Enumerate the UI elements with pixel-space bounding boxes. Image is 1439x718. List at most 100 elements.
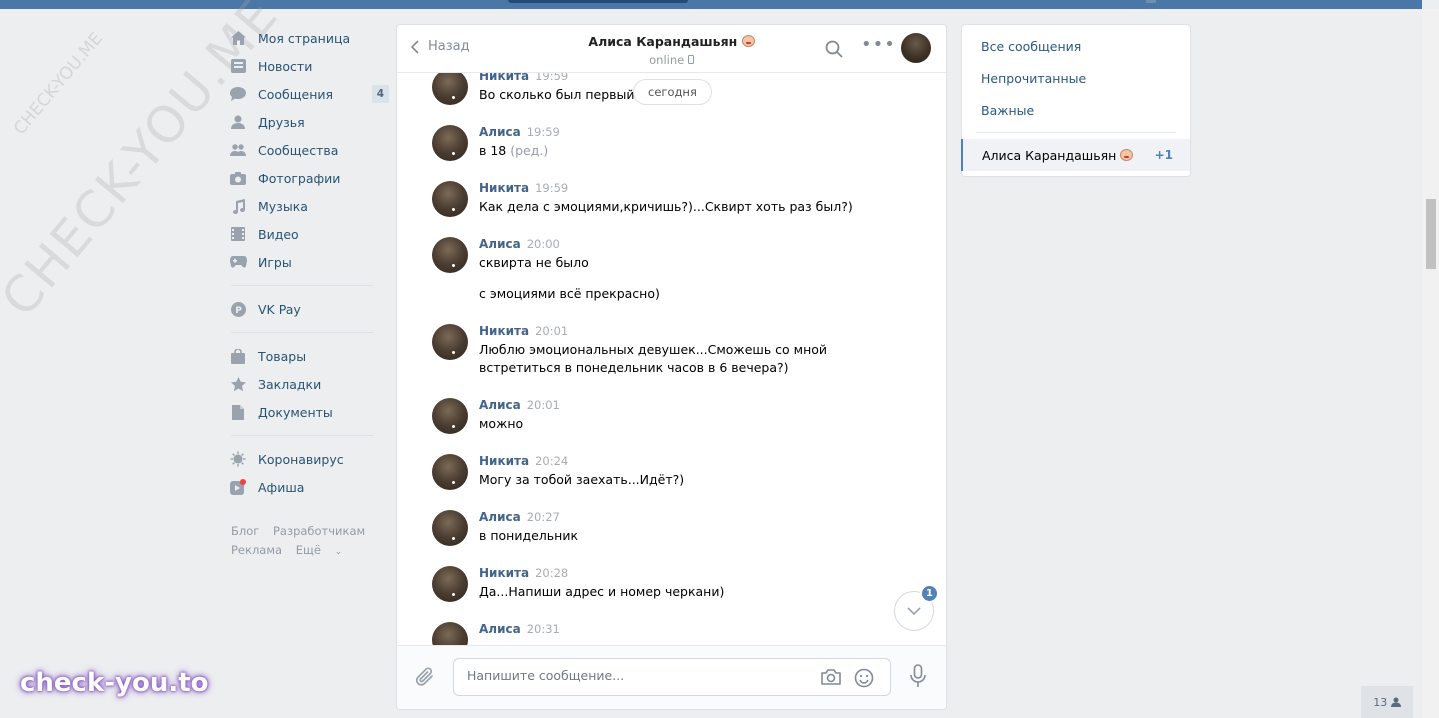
message-author[interactable]: Никита 19:59 — [479, 73, 568, 83]
author-name: Никита — [479, 324, 530, 338]
top-search-fragment[interactable] — [508, 0, 688, 3]
left-navigation: Моя страница Новости Сообщения 4 Друзья … — [229, 24, 389, 562]
avatar[interactable] — [432, 181, 468, 217]
photo-button[interactable] — [820, 668, 842, 690]
nav-item-photos[interactable]: Фотографии — [229, 164, 389, 192]
footer-link-blog[interactable]: Блог — [231, 524, 259, 538]
microphone-icon — [910, 664, 926, 687]
nav-item-games[interactable]: Игры — [229, 248, 389, 276]
chat-avatar[interactable] — [901, 33, 931, 63]
nav-item-bookmarks[interactable]: Закладки — [229, 370, 389, 398]
message-author[interactable]: Алиса 20:27 — [479, 510, 560, 524]
avatar[interactable] — [432, 125, 468, 161]
chat-panel: Назад Алиса Карандашьян online ••• Никит… — [396, 24, 947, 710]
attach-button[interactable] — [415, 666, 435, 692]
active-conversation[interactable]: Алиса Карандашьян +1 — [961, 139, 1190, 171]
groups-icon — [229, 141, 247, 159]
footer-link-developers[interactable]: Разработчикам — [273, 524, 365, 538]
conversations-filter-panel: Все сообщения Непрочитанные Важные Алиса… — [961, 24, 1191, 177]
message-composer — [397, 645, 946, 709]
chat-title-text: Алиса Карандашьян — [588, 34, 738, 49]
avatar[interactable] — [432, 510, 468, 546]
messages-icon — [229, 85, 247, 103]
message-author[interactable]: Никита 20:24 — [479, 454, 568, 468]
nav-item-goods[interactable]: Товары — [229, 342, 389, 370]
bag-icon — [229, 347, 247, 365]
nav-item-video[interactable]: Видео — [229, 220, 389, 248]
emoji-button[interactable] — [854, 668, 874, 692]
message-author[interactable]: Алиса 20:31 — [479, 622, 560, 636]
nav-label: Моя страница — [258, 30, 351, 46]
online-users-widget[interactable]: 13 — [1361, 686, 1413, 718]
message-time: 19:59 — [535, 181, 569, 195]
footer-link-ads[interactable]: Реклама — [231, 543, 282, 557]
nav-label: Видео — [258, 226, 299, 242]
footer-link-more[interactable]: Ещё ⌄ — [296, 543, 352, 557]
nav-item-my-page[interactable]: Моя страница — [229, 24, 389, 52]
message-list: Никита 19:59 Во сколько был первый с сего… — [397, 73, 946, 647]
more-dots-icon: ••• — [861, 34, 896, 55]
nav-item-music[interactable]: Музыка — [229, 192, 389, 220]
avatar[interactable] — [432, 73, 468, 105]
message-author[interactable]: Алиса 20:00 — [479, 237, 560, 251]
message-input-box — [453, 658, 891, 696]
more-actions-button[interactable]: ••• — [861, 36, 896, 54]
scroll-down-button[interactable]: 1 — [894, 584, 939, 631]
filter-unread[interactable]: Непрочитанные — [962, 62, 1190, 94]
document-icon — [229, 403, 247, 421]
nav-label: Товары — [258, 348, 307, 364]
edited-mark: (ред.) — [510, 143, 549, 158]
message-author[interactable]: Никита 20:01 — [479, 324, 568, 338]
filter-important[interactable]: Важные — [962, 94, 1190, 126]
nav-item-vkpay[interactable]: P VK Pay — [229, 295, 389, 323]
music-icon — [229, 197, 247, 215]
nav-divider — [231, 285, 373, 286]
message-text-body: в 18 — [479, 143, 507, 158]
message-author[interactable]: Никита 19:59 — [479, 181, 568, 195]
nav-item-documents[interactable]: Документы — [229, 398, 389, 426]
message-author[interactable]: Алиса 19:59 — [479, 125, 560, 139]
author-name: Алиса — [479, 622, 521, 636]
message-author[interactable]: Никита 20:28 — [479, 566, 568, 580]
clown-emoji-icon — [741, 35, 755, 47]
message-time: 20:01 — [526, 398, 560, 412]
author-name: Алиса — [479, 125, 521, 139]
friends-icon — [229, 113, 247, 131]
filter-all-messages[interactable]: Все сообщения — [962, 30, 1190, 62]
message-text: сквирта не было — [479, 255, 589, 270]
nav-item-friends[interactable]: Друзья — [229, 108, 389, 136]
nav-label: Игры — [258, 254, 292, 270]
top-bar — [0, 0, 1422, 9]
chat-header: Назад Алиса Карандашьян online ••• — [397, 25, 946, 73]
page-scrollbar[interactable] — [1422, 9, 1439, 718]
nav-label: Документы — [258, 404, 333, 420]
nav-item-news[interactable]: Новости — [229, 52, 389, 80]
message-input[interactable] — [467, 668, 797, 683]
nav-item-coronavirus[interactable]: Коронавирус — [229, 445, 389, 473]
watermark-small: CHECK-YOU.ME — [10, 28, 107, 139]
avatar[interactable] — [432, 237, 468, 273]
voice-button[interactable] — [909, 664, 927, 692]
nav-item-afisha[interactable]: Афиша — [229, 473, 389, 501]
message-author[interactable]: Алиса 20:01 — [479, 398, 560, 412]
scrollbar-thumb[interactable] — [1426, 199, 1436, 269]
nav-item-groups[interactable]: Сообщества — [229, 136, 389, 164]
avatar[interactable] — [432, 454, 468, 490]
gamepad-icon — [229, 253, 247, 271]
author-name: Никита — [479, 566, 530, 580]
nav-label: Новости — [258, 58, 313, 74]
afisha-icon — [229, 478, 247, 496]
message-text: в 18 (ред.) — [479, 142, 899, 160]
author-name: Никита — [479, 454, 530, 468]
avatar[interactable] — [432, 324, 468, 360]
message-time: 19:59 — [535, 73, 569, 83]
message-time: 20:24 — [535, 454, 569, 468]
nav-label: VK Pay — [258, 301, 301, 317]
avatar[interactable] — [432, 398, 468, 434]
mobile-icon — [687, 55, 694, 64]
chat-search-button[interactable] — [825, 40, 843, 62]
unread-badge: 1 — [920, 584, 939, 603]
avatar[interactable] — [432, 566, 468, 602]
nav-item-messages[interactable]: Сообщения 4 — [229, 80, 389, 108]
avatar[interactable] — [432, 622, 468, 647]
